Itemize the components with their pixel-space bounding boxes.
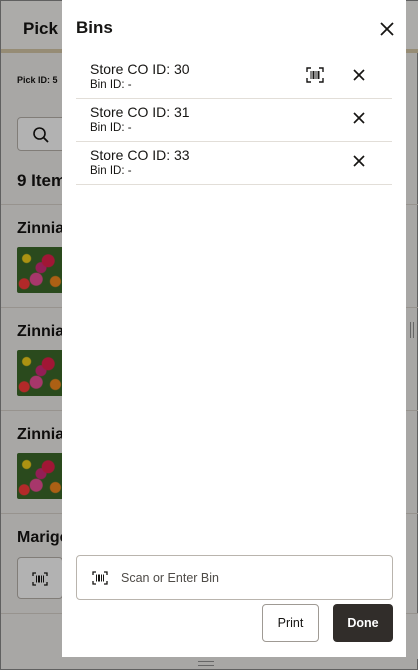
bin-id: Bin ID: - [90,165,132,177]
bin-row: Store CO ID: 33 Bin ID: - [76,142,392,185]
resize-handle[interactable] [410,322,414,338]
bin-id: Bin ID: - [90,122,132,134]
remove-bin-button[interactable] [348,150,370,172]
resize-handle-bottom[interactable] [198,661,214,666]
remove-bin-button[interactable] [348,64,370,86]
close-icon [380,22,394,36]
bin-name: Store CO ID: 30 [90,61,190,77]
bins-drawer: Bins Store CO ID: 30 Bin ID: - Store CO … [62,0,406,657]
bin-scan-button[interactable] [304,64,326,86]
close-button[interactable] [368,10,406,48]
bin-row: Store CO ID: 30 Bin ID: - [76,56,392,99]
barcode-scan-icon [306,67,324,83]
bin-id: Bin ID: - [90,79,132,91]
close-icon [353,112,365,124]
drawer-title: Bins [76,18,113,37]
scan-bin-field[interactable] [76,555,393,600]
remove-bin-button[interactable] [348,107,370,129]
print-button[interactable]: Print [262,604,319,642]
done-button[interactable]: Done [333,604,393,642]
barcode-scan-icon [92,571,108,585]
bin-row: Store CO ID: 31 Bin ID: - [76,99,392,142]
scan-bin-input[interactable] [121,564,381,592]
bin-name: Store CO ID: 31 [90,104,190,120]
bin-name: Store CO ID: 33 [90,147,190,163]
bin-list: Store CO ID: 30 Bin ID: - Store CO ID: 3… [76,56,392,185]
close-icon [353,155,365,167]
close-icon [353,69,365,81]
